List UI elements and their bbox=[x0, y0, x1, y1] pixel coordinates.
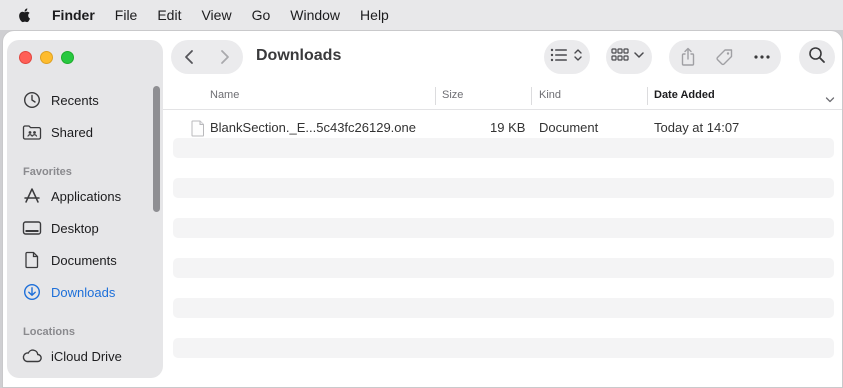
sort-chevron-down-icon[interactable] bbox=[825, 91, 835, 109]
sidebar-item-recents[interactable]: Recents bbox=[21, 88, 99, 112]
sidebar-item-shared[interactable]: Shared bbox=[21, 120, 93, 144]
menu-view[interactable]: View bbox=[201, 7, 231, 23]
back-icon[interactable] bbox=[171, 40, 207, 74]
file-kind: Document bbox=[539, 120, 599, 135]
empty-row bbox=[173, 298, 834, 318]
cloud-icon bbox=[21, 345, 43, 367]
file-row[interactable]: BlankSection._E...5c43fc26129.one 19 KB … bbox=[173, 116, 834, 138]
menu-file[interactable]: File bbox=[115, 7, 138, 23]
sidebar-item-documents[interactable]: Documents bbox=[21, 248, 117, 272]
more-icon[interactable] bbox=[744, 54, 781, 60]
column-divider[interactable] bbox=[435, 87, 436, 105]
locations-heading: Locations bbox=[23, 326, 75, 338]
sidebar: Recents Shared Favorites Applications De… bbox=[7, 40, 163, 378]
menu-window[interactable]: Window bbox=[290, 7, 340, 23]
forward-icon[interactable] bbox=[207, 40, 243, 74]
sidebar-scroll-thumb[interactable] bbox=[153, 86, 160, 212]
empty-row bbox=[173, 138, 834, 158]
grid-icon bbox=[611, 47, 647, 68]
column-divider[interactable] bbox=[531, 87, 532, 105]
sidebar-scrollbar[interactable] bbox=[153, 86, 160, 370]
header-divider bbox=[163, 109, 842, 110]
menu-edit[interactable]: Edit bbox=[157, 7, 181, 23]
sidebar-item-label: Recents bbox=[51, 92, 99, 108]
menu-go[interactable]: Go bbox=[252, 7, 271, 23]
window-title: Downloads bbox=[256, 47, 342, 64]
favorites-heading: Favorites bbox=[23, 166, 72, 178]
zoom-button[interactable] bbox=[61, 51, 74, 64]
file-icon bbox=[191, 120, 205, 137]
minimize-button[interactable] bbox=[40, 51, 53, 64]
sidebar-item-downloads[interactable]: Downloads bbox=[21, 280, 115, 304]
share-icon[interactable] bbox=[670, 47, 707, 67]
search-button[interactable] bbox=[799, 40, 835, 74]
column-divider[interactable] bbox=[647, 87, 648, 105]
applications-icon bbox=[21, 185, 43, 207]
nav-back-forward bbox=[171, 40, 243, 74]
close-button[interactable] bbox=[19, 51, 32, 64]
sidebar-item-desktop[interactable]: Desktop bbox=[21, 216, 99, 240]
document-icon bbox=[21, 249, 43, 271]
sidebar-item-label: iCloud Drive bbox=[51, 348, 122, 364]
search-icon bbox=[808, 46, 826, 69]
file-name: BlankSection._E...5c43fc26129.one bbox=[210, 120, 416, 135]
sidebar-item-label: Documents bbox=[51, 252, 117, 268]
file-date-added: Today at 14:07 bbox=[654, 120, 740, 135]
action-buttons-group bbox=[669, 40, 781, 74]
column-header-date-added[interactable]: Date Added bbox=[654, 89, 715, 101]
sidebar-item-label: Downloads bbox=[51, 284, 116, 300]
file-size: 19 KB bbox=[490, 120, 526, 135]
empty-row bbox=[173, 338, 834, 358]
empty-row bbox=[173, 178, 834, 198]
finder-window: Recents Shared Favorites Applications De… bbox=[2, 30, 843, 388]
download-icon bbox=[21, 281, 43, 303]
menu-help[interactable]: Help bbox=[360, 7, 389, 23]
sidebar-item-label: Desktop bbox=[51, 220, 99, 236]
desktop-icon bbox=[21, 217, 43, 239]
sidebar-item-label: Applications bbox=[51, 188, 122, 204]
tag-icon[interactable] bbox=[707, 47, 744, 67]
sidebar-item-applications[interactable]: Applications bbox=[21, 184, 121, 208]
apple-logo-icon[interactable] bbox=[17, 7, 33, 23]
empty-row bbox=[173, 218, 834, 238]
menu-finder[interactable]: Finder bbox=[52, 7, 95, 23]
sidebar-item-icloud-drive[interactable]: iCloud Drive bbox=[21, 344, 122, 368]
window-controls bbox=[19, 51, 74, 64]
column-header-name[interactable]: Name bbox=[210, 89, 239, 101]
shared-folder-icon bbox=[21, 121, 43, 143]
empty-row bbox=[173, 258, 834, 278]
column-header-size[interactable]: Size bbox=[442, 89, 463, 101]
clock-icon bbox=[21, 89, 43, 111]
list-view-icon bbox=[549, 47, 585, 68]
column-header-kind[interactable]: Kind bbox=[539, 89, 561, 101]
menu-bar: Finder File Edit View Go Window Help bbox=[0, 0, 843, 30]
sidebar-item-label: Shared bbox=[51, 124, 93, 140]
group-button[interactable] bbox=[606, 40, 652, 74]
view-mode-button[interactable] bbox=[544, 40, 590, 74]
